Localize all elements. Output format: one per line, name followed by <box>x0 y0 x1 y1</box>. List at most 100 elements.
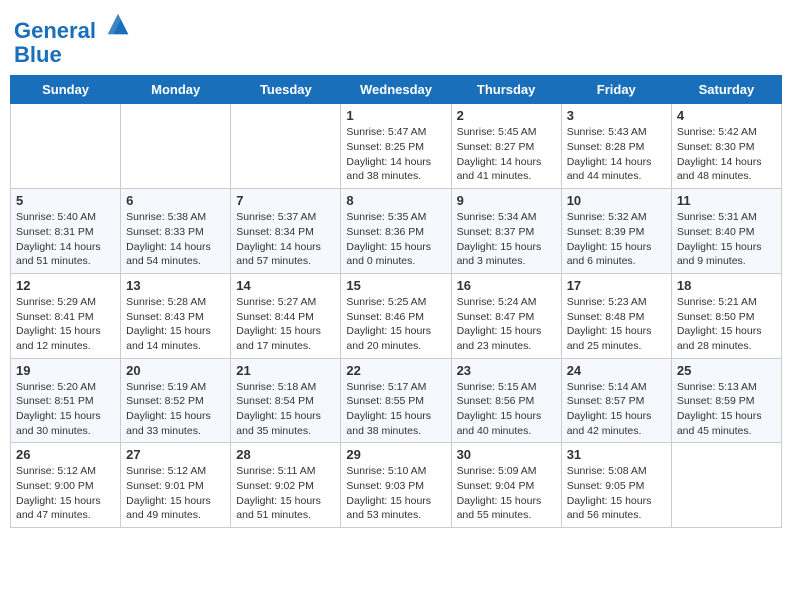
day-info: Sunrise: 5:29 AMSunset: 8:41 PMDaylight:… <box>16 295 115 354</box>
calendar-cell: 28Sunrise: 5:11 AMSunset: 9:02 PMDayligh… <box>231 443 341 528</box>
day-info: Sunrise: 5:34 AMSunset: 8:37 PMDaylight:… <box>457 210 556 269</box>
day-number: 2 <box>457 108 556 123</box>
day-number: 15 <box>346 278 445 293</box>
calendar-cell: 1 Sunrise: 5:47 AMSunset: 8:25 PMDaylight… <box>341 104 451 189</box>
dow-header: Thursday <box>451 76 561 104</box>
day-number: 14 <box>236 278 335 293</box>
calendar-cell: 20Sunrise: 5:19 AMSunset: 8:52 PMDayligh… <box>121 358 231 443</box>
calendar-cell: 11 Sunrise: 5:31 AMSunset: 8:40 PMDayligh… <box>671 189 781 274</box>
calendar-week-row: 12 Sunrise: 5:29 AMSunset: 8:41 PMDayligh… <box>11 273 782 358</box>
day-number: 9 <box>457 193 556 208</box>
dow-header: Monday <box>121 76 231 104</box>
day-number: 8 <box>346 193 445 208</box>
calendar-cell: 3 Sunrise: 5:43 AMSunset: 8:28 PMDaylight… <box>561 104 671 189</box>
calendar-cell: 17 Sunrise: 5:23 AMSunset: 8:48 PMDayligh… <box>561 273 671 358</box>
logo-general: General <box>14 18 96 43</box>
day-info: Sunrise: 5:17 AMSunset: 8:55 PMDaylight:… <box>346 380 445 439</box>
calendar-cell: 2 Sunrise: 5:45 AMSunset: 8:27 PMDaylight… <box>451 104 561 189</box>
day-info: Sunrise: 5:40 AMSunset: 8:31 PMDaylight:… <box>16 210 115 269</box>
calendar-table: SundayMondayTuesdayWednesdayThursdayFrid… <box>10 75 782 528</box>
day-info: Sunrise: 5:35 AMSunset: 8:36 PMDaylight:… <box>346 210 445 269</box>
day-info: Sunrise: 5:09 AMSunset: 9:04 PMDaylight:… <box>457 464 556 523</box>
calendar-cell: 21Sunrise: 5:18 AMSunset: 8:54 PMDayligh… <box>231 358 341 443</box>
day-info: Sunrise: 5:45 AMSunset: 8:27 PMDaylight:… <box>457 125 556 184</box>
day-info: Sunrise: 5:43 AMSunset: 8:28 PMDaylight:… <box>567 125 666 184</box>
calendar-cell: 9 Sunrise: 5:34 AMSunset: 8:37 PMDaylight… <box>451 189 561 274</box>
calendar-cell: 8 Sunrise: 5:35 AMSunset: 8:36 PMDaylight… <box>341 189 451 274</box>
calendar-cell: 30 Sunrise: 5:09 AMSunset: 9:04 PMDayligh… <box>451 443 561 528</box>
day-number: 5 <box>16 193 115 208</box>
day-info: Sunrise: 5:19 AMSunset: 8:52 PMDaylight:… <box>126 380 225 439</box>
calendar-cell: 29 Sunrise: 5:10 AMSunset: 9:03 PMDayligh… <box>341 443 451 528</box>
day-info: Sunrise: 5:24 AMSunset: 8:47 PMDaylight:… <box>457 295 556 354</box>
day-number: 1 <box>346 108 445 123</box>
calendar-week-row: 19 Sunrise: 5:20 AMSunset: 8:51 PMDayligh… <box>11 358 782 443</box>
day-info: Sunrise: 5:32 AMSunset: 8:39 PMDaylight:… <box>567 210 666 269</box>
day-info: Sunrise: 5:42 AMSunset: 8:30 PMDaylight:… <box>677 125 776 184</box>
calendar-week-row: 1 Sunrise: 5:47 AMSunset: 8:25 PMDaylight… <box>11 104 782 189</box>
day-number: 18 <box>677 278 776 293</box>
day-number: 17 <box>567 278 666 293</box>
calendar-cell: 18 Sunrise: 5:21 AMSunset: 8:50 PMDayligh… <box>671 273 781 358</box>
day-info: Sunrise: 5:14 AMSunset: 8:57 PMDaylight:… <box>567 380 666 439</box>
calendar-cell: 7 Sunrise: 5:37 AMSunset: 8:34 PMDaylight… <box>231 189 341 274</box>
day-number: 30 <box>457 447 556 462</box>
day-number: 31 <box>567 447 666 462</box>
day-info: Sunrise: 5:47 AMSunset: 8:25 PMDaylight:… <box>346 125 445 184</box>
calendar-cell: 26Sunrise: 5:12 AMSunset: 9:00 PMDayligh… <box>11 443 121 528</box>
calendar-cell: 23 Sunrise: 5:15 AMSunset: 8:56 PMDayligh… <box>451 358 561 443</box>
day-number: 24 <box>567 363 666 378</box>
day-info: Sunrise: 5:23 AMSunset: 8:48 PMDaylight:… <box>567 295 666 354</box>
calendar-cell: 14Sunrise: 5:27 AMSunset: 8:44 PMDayligh… <box>231 273 341 358</box>
logo: General Blue <box>14 10 132 67</box>
dow-header: Friday <box>561 76 671 104</box>
day-number: 19 <box>16 363 115 378</box>
day-number: 23 <box>457 363 556 378</box>
dow-header: Sunday <box>11 76 121 104</box>
day-number: 28 <box>236 447 335 462</box>
day-number: 3 <box>567 108 666 123</box>
dow-header: Tuesday <box>231 76 341 104</box>
calendar-cell: 31Sunrise: 5:08 AMSunset: 9:05 PMDayligh… <box>561 443 671 528</box>
calendar-cell <box>121 104 231 189</box>
day-info: Sunrise: 5:37 AMSunset: 8:34 PMDaylight:… <box>236 210 335 269</box>
calendar-week-row: 5 Sunrise: 5:40 AMSunset: 8:31 PMDaylight… <box>11 189 782 274</box>
day-info: Sunrise: 5:25 AMSunset: 8:46 PMDaylight:… <box>346 295 445 354</box>
day-info: Sunrise: 5:21 AMSunset: 8:50 PMDaylight:… <box>677 295 776 354</box>
day-number: 11 <box>677 193 776 208</box>
day-info: Sunrise: 5:13 AMSunset: 8:59 PMDaylight:… <box>677 380 776 439</box>
calendar-cell <box>11 104 121 189</box>
day-number: 12 <box>16 278 115 293</box>
day-number: 13 <box>126 278 225 293</box>
day-info: Sunrise: 5:10 AMSunset: 9:03 PMDaylight:… <box>346 464 445 523</box>
day-info: Sunrise: 5:12 AMSunset: 9:00 PMDaylight:… <box>16 464 115 523</box>
calendar-cell: 15 Sunrise: 5:25 AMSunset: 8:46 PMDayligh… <box>341 273 451 358</box>
day-number: 7 <box>236 193 335 208</box>
calendar-cell: 10Sunrise: 5:32 AMSunset: 8:39 PMDayligh… <box>561 189 671 274</box>
calendar-cell: 19 Sunrise: 5:20 AMSunset: 8:51 PMDayligh… <box>11 358 121 443</box>
dow-header: Saturday <box>671 76 781 104</box>
day-number: 25 <box>677 363 776 378</box>
calendar-body: 1 Sunrise: 5:47 AMSunset: 8:25 PMDaylight… <box>11 104 782 528</box>
day-number: 22 <box>346 363 445 378</box>
calendar-cell: 16 Sunrise: 5:24 AMSunset: 8:47 PMDayligh… <box>451 273 561 358</box>
day-number: 6 <box>126 193 225 208</box>
logo-blue: Blue <box>14 43 132 67</box>
calendar-cell: 25 Sunrise: 5:13 AMSunset: 8:59 PMDayligh… <box>671 358 781 443</box>
day-number: 16 <box>457 278 556 293</box>
calendar-cell: 27 Sunrise: 5:12 AMSunset: 9:01 PMDayligh… <box>121 443 231 528</box>
calendar-cell: 4Sunrise: 5:42 AMSunset: 8:30 PMDaylight… <box>671 104 781 189</box>
logo-text: General <box>14 10 132 43</box>
day-number: 27 <box>126 447 225 462</box>
calendar-cell: 12 Sunrise: 5:29 AMSunset: 8:41 PMDayligh… <box>11 273 121 358</box>
day-info: Sunrise: 5:31 AMSunset: 8:40 PMDaylight:… <box>677 210 776 269</box>
day-info: Sunrise: 5:15 AMSunset: 8:56 PMDaylight:… <box>457 380 556 439</box>
days-of-week-row: SundayMondayTuesdayWednesdayThursdayFrid… <box>11 76 782 104</box>
day-info: Sunrise: 5:20 AMSunset: 8:51 PMDaylight:… <box>16 380 115 439</box>
day-info: Sunrise: 5:12 AMSunset: 9:01 PMDaylight:… <box>126 464 225 523</box>
calendar-cell <box>671 443 781 528</box>
calendar-cell: 22 Sunrise: 5:17 AMSunset: 8:55 PMDayligh… <box>341 358 451 443</box>
day-number: 29 <box>346 447 445 462</box>
page-header: General Blue <box>10 10 782 67</box>
dow-header: Wednesday <box>341 76 451 104</box>
